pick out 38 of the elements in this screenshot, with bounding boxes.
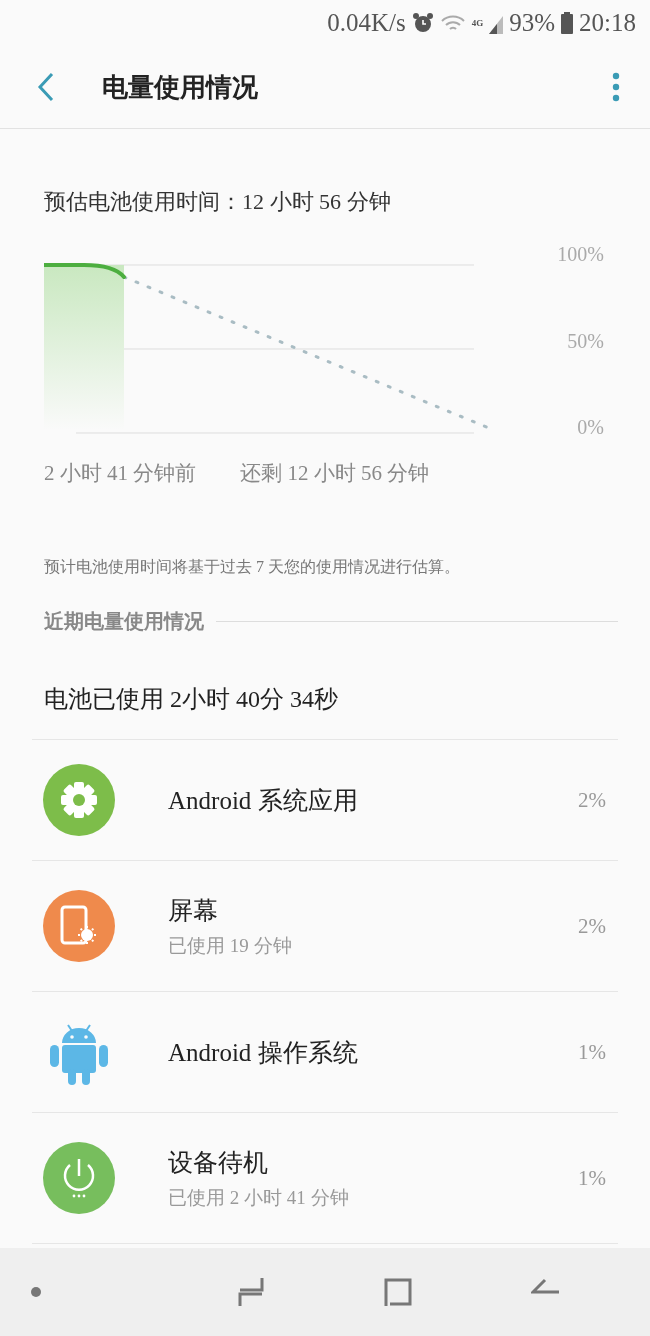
usage-time: 已使用 2 小时 41 分钟 (168, 1185, 350, 1210)
usage-row[interactable]: Android 操作系统 1% (32, 992, 618, 1113)
app-name: Android 系统应用 (168, 785, 359, 816)
remaining-time-label: 还剩 12 小时 56 分钟 (240, 460, 430, 487)
usage-row[interactable]: 屏幕 已使用 19 分钟 2% (32, 861, 618, 992)
usage-percent: 2% (578, 913, 607, 939)
alarm-icon (411, 12, 434, 34)
network-type: 4G (471, 18, 484, 28)
usage-row[interactable]: 设备待机 已使用 2 小时 41 分钟 1% (32, 1113, 618, 1244)
network-speed: 0.04K/s (327, 9, 406, 37)
section-title: 近期电量使用情况 (44, 609, 204, 634)
axis-label: 100% (557, 243, 604, 266)
estimate-note: 预计电池使用时间将基于过去 7 天您的使用情况进行估算。 (44, 557, 461, 577)
power-icon (42, 1141, 116, 1215)
usage-row[interactable]: Android 系统应用 2% (32, 740, 618, 861)
axis-label: 50% (567, 329, 604, 353)
app-name: Android 操作系统 (168, 1037, 359, 1068)
gear-icon (42, 763, 116, 837)
back-icon[interactable] (36, 71, 56, 103)
more-options-icon[interactable] (612, 72, 620, 102)
screen-brightness-icon (42, 889, 116, 963)
clock: 20:18 (579, 9, 636, 37)
start-time-label: 2 小时 41 分钟前 (44, 460, 197, 487)
app-name: 屏幕 (168, 895, 219, 926)
usage-time: 已使用 19 分钟 (168, 933, 293, 958)
usage-percent: 1% (578, 1165, 607, 1191)
battery-used-text: 电池已使用 2小时 40分 34秒 (44, 685, 339, 714)
estimate-text: 预估电池使用时间：12 小时 56 分钟 (44, 188, 392, 216)
home-icon[interactable] (383, 1276, 414, 1308)
dot-icon[interactable] (30, 1286, 42, 1298)
app-name: 设备待机 (168, 1147, 269, 1178)
axis-label: 0% (577, 416, 604, 439)
page-title: 电量使用情况 (102, 71, 259, 104)
recent-apps-icon[interactable] (236, 1276, 267, 1308)
usage-percent: 1% (578, 1039, 607, 1065)
battery-icon (561, 12, 574, 34)
usage-percent: 2% (578, 787, 607, 813)
battery-percent: 93% (509, 9, 556, 37)
